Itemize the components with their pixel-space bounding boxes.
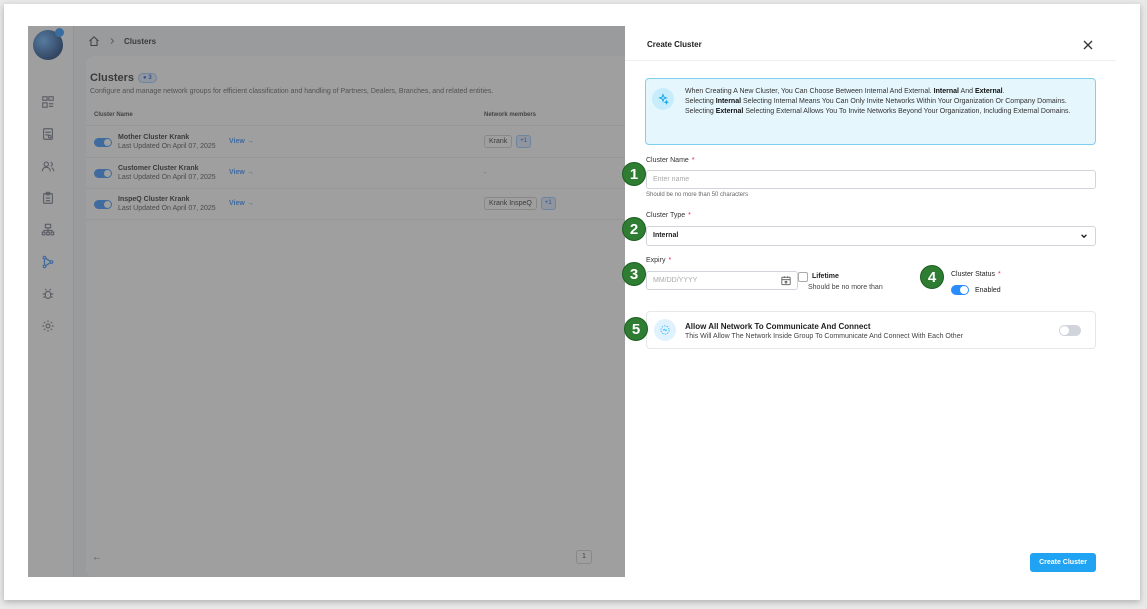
no-members: - <box>484 170 487 177</box>
page-number[interactable]: 1 <box>576 550 592 564</box>
cluster-name-label: Cluster Name * <box>646 157 695 164</box>
cluster-name: InspeQ Cluster Krank <box>118 196 190 203</box>
view-link[interactable]: View → <box>229 200 254 207</box>
dashboard-icon[interactable] <box>40 94 56 110</box>
breadcrumb-current[interactable]: Clusters <box>124 37 156 46</box>
arrow-right-icon: → <box>246 169 254 176</box>
breadcrumb: Clusters <box>74 26 625 56</box>
expiry-label: Expiry * <box>646 257 672 264</box>
cluster-status-value: Enabled <box>975 287 1001 294</box>
view-link[interactable]: View → <box>229 138 254 145</box>
cluster-name: Customer Cluster Krank <box>118 165 199 172</box>
table-row: Mother Cluster Krank Last Updated On Apr… <box>86 127 646 158</box>
screenshot-frame: Clusters Clusters ● 3 Configure and mana… <box>4 4 1140 600</box>
page-title-text: Clusters <box>90 72 135 84</box>
pagination: ← 1 <box>86 546 646 574</box>
cluster-type-label: Cluster Type * <box>646 212 691 219</box>
lifetime-checkbox[interactable] <box>798 272 808 282</box>
expiry-placeholder: MM/DD/YYYY <box>653 277 698 284</box>
step-marker-3: 3 <box>622 262 646 286</box>
cluster-updated: Last Updated On April 07, 2025 <box>118 174 216 181</box>
step-marker-4: 4 <box>920 265 944 289</box>
create-cluster-panel: Create Cluster When Creating A New Clust… <box>625 26 1116 577</box>
network-members: Krank +1 <box>484 135 532 148</box>
calendar-icon[interactable] <box>781 275 791 286</box>
cluster-count-badge: ● 3 <box>138 73 157 83</box>
sparkle-icon <box>652 88 674 110</box>
header-network-members: Network members <box>484 112 537 118</box>
page-subtitle: Configure and manage network groups for … <box>90 88 494 95</box>
create-cluster-button[interactable]: Create Cluster <box>1030 553 1096 572</box>
cluster-network-icon[interactable] <box>40 254 56 270</box>
allow-communication-toggle[interactable] <box>1059 325 1081 336</box>
panel-header: Create Cluster <box>625 26 1116 61</box>
clusters-page: Clusters ● 3 Configure and manage networ… <box>86 56 646 577</box>
users-icon[interactable] <box>40 158 56 174</box>
header-cluster-name: Cluster Name <box>94 112 133 118</box>
report-icon[interactable] <box>40 126 56 142</box>
lifetime-hint: Should be no more than <box>808 284 883 291</box>
info-text: When Creating A New Cluster, You Can Cho… <box>685 88 1071 115</box>
view-link[interactable]: View → <box>229 169 254 176</box>
info-banner: When Creating A New Cluster, You Can Cho… <box>645 78 1096 145</box>
step-marker-1: 1 <box>622 162 646 186</box>
table-row: Customer Cluster Krank Last Updated On A… <box>86 158 646 189</box>
clipboard-icon[interactable] <box>40 190 56 206</box>
more-members-badge[interactable]: +1 <box>540 197 556 210</box>
cluster-type-select[interactable]: Internal <box>646 226 1096 246</box>
allow-subtitle: This Will Allow The Network Inside Group… <box>685 333 963 340</box>
cluster-name: Mother Cluster Krank <box>118 134 190 141</box>
panel-title: Create Cluster <box>647 40 702 49</box>
arrow-right-icon: → <box>246 138 254 145</box>
cluster-name-hint: Should be no more than 50 characters <box>646 192 749 198</box>
arrow-right-icon: → <box>246 200 254 207</box>
cluster-status-toggle[interactable] <box>951 285 969 295</box>
cluster-status-label: Cluster Status * <box>951 271 1001 278</box>
chevron-down-icon <box>1081 234 1087 239</box>
allow-communication-card: Allow All Network To Communicate And Con… <box>646 311 1096 349</box>
cluster-updated: Last Updated On April 07, 2025 <box>118 143 216 150</box>
cluster-updated: Last Updated On April 07, 2025 <box>118 205 216 212</box>
cluster-toggle[interactable] <box>94 138 112 147</box>
network-members: Krank InspeQ +1 <box>484 197 556 210</box>
hierarchy-icon[interactable] <box>40 222 56 238</box>
chevron-right-icon <box>110 38 114 44</box>
home-icon[interactable] <box>88 35 100 47</box>
close-icon[interactable] <box>1083 37 1097 51</box>
cluster-toggle[interactable] <box>94 169 112 178</box>
network-link-icon <box>654 319 676 341</box>
member-chip: Krank <box>484 135 513 148</box>
step-marker-2: 2 <box>622 217 646 241</box>
prev-page-button[interactable]: ← <box>92 552 102 563</box>
expiry-date-input[interactable]: MM/DD/YYYY <box>646 271 798 290</box>
settings-gear-icon[interactable] <box>40 318 56 334</box>
table-header: Cluster Name Network members <box>86 104 646 126</box>
step-marker-5: 5 <box>624 317 648 341</box>
lifetime-label: Lifetime <box>812 273 839 280</box>
cluster-type-value: Internal <box>653 232 679 239</box>
app-window: Clusters Clusters ● 3 Configure and mana… <box>28 26 1116 577</box>
allow-title: Allow All Network To Communicate And Con… <box>685 322 871 331</box>
logo-dot <box>55 28 64 37</box>
member-chip: Krank InspeQ <box>484 197 537 210</box>
bug-icon[interactable] <box>40 286 56 302</box>
more-members-badge[interactable]: +1 <box>516 135 532 148</box>
cluster-count: 3 <box>148 75 152 81</box>
sidebar <box>28 26 74 577</box>
table-row: InspeQ Cluster Krank Last Updated On Apr… <box>86 189 646 220</box>
cluster-toggle[interactable] <box>94 200 112 209</box>
page-title: Clusters ● 3 <box>90 72 157 84</box>
cluster-name-input[interactable] <box>646 170 1096 189</box>
